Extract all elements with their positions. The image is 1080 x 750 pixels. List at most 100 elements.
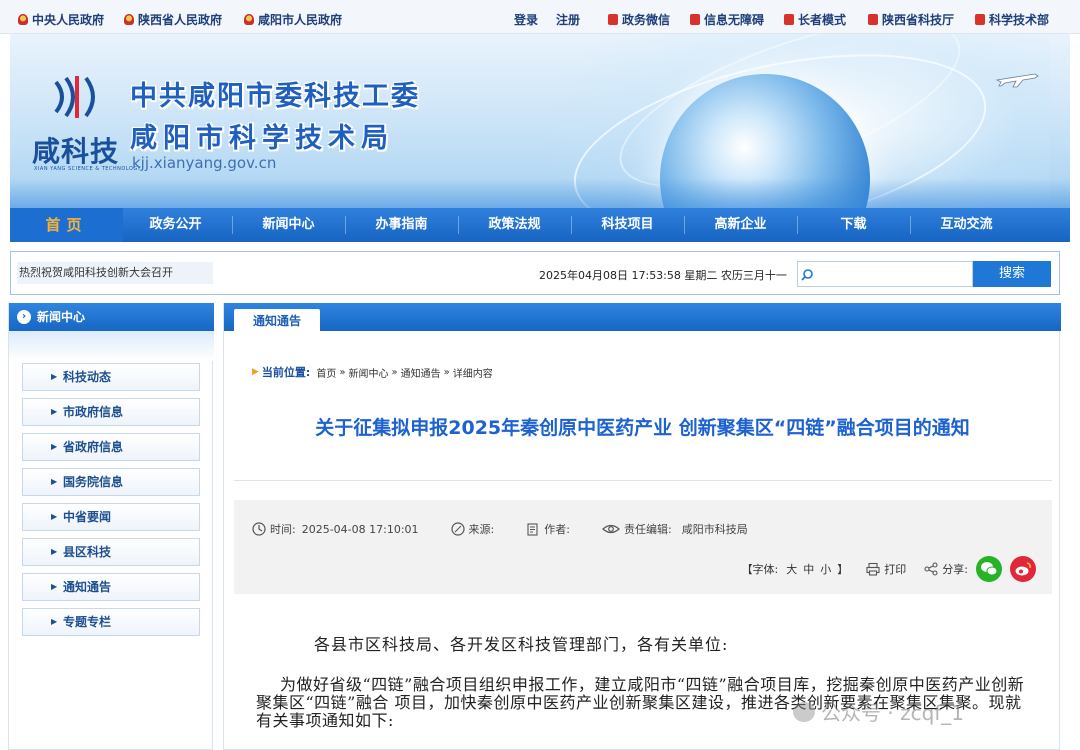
sidebar-item-city-government-info[interactable]: ▶ 市政府信息 xyxy=(22,398,200,426)
sidebar-item-notices[interactable]: ▶ 通知通告 xyxy=(22,573,200,601)
link-ministry-of-science[interactable]: 科学技术部 xyxy=(975,11,1049,28)
nav-tab-sti-projects[interactable]: 科技项目 xyxy=(571,208,684,242)
share-icon xyxy=(924,562,938,576)
sidebar: › 新闻中心 ▶ 科技动态 ▶ 市政府信息 ▶ 省政府信息 ▶ 国务院信息 ▶ … xyxy=(8,303,214,750)
triangle-right-icon: ▶ xyxy=(51,512,58,521)
top-utility-bar: 中央人民政府 陕西省人民政府 咸阳市人民政府 登录 注册 政务微信 信息无障碍 … xyxy=(0,0,1080,34)
weibo-share-button[interactable] xyxy=(1010,556,1036,582)
news-ticker[interactable]: 热烈祝贺咸阳科技创新大会召开 xyxy=(17,262,213,284)
nav-tab-interaction[interactable]: 互动交流 xyxy=(910,208,1023,242)
link-government-wechat[interactable]: 政务微信 xyxy=(608,11,670,28)
font-size-large[interactable]: 大 xyxy=(786,561,797,577)
link-label: 长者模式 xyxy=(798,13,847,27)
register-link[interactable]: 注册 xyxy=(556,11,580,28)
wechat-watermark-icon xyxy=(793,701,815,722)
login-link[interactable]: 登录 xyxy=(514,11,538,28)
share-label: 分享: xyxy=(942,563,968,576)
link-label: 科学技术部 xyxy=(989,13,1050,27)
eye-icon xyxy=(602,524,620,534)
article-meta-box: 时间: 2025-04-08 17:10:01 来源: 作者: 责任编辑: 咸阳… xyxy=(234,500,1052,594)
breadcrumb-home[interactable]: 首页 xyxy=(316,365,336,380)
header-banner: 咸科技 XIAN YANG SCIENCE & TECHNOLOGY 中共咸阳市… xyxy=(10,34,1070,208)
triangle-right-icon: ▶ xyxy=(51,407,58,416)
red-square-icon xyxy=(690,14,700,25)
breadcrumb-separator: » xyxy=(339,366,346,378)
sidebar-item-county-sti[interactable]: ▶ 县区科技 xyxy=(22,538,200,566)
nav-tab-high-tech-enterprises[interactable]: 高新企业 xyxy=(684,208,797,242)
nav-tab-home[interactable]: 首页 xyxy=(10,208,123,242)
search-icon xyxy=(801,269,813,281)
chevron-right-circle-icon: › xyxy=(17,310,31,324)
sidebar-item-sti-news[interactable]: ▶ 科技动态 xyxy=(22,363,200,391)
wechat-official-account-watermark: 公众号 · zcqf_1 xyxy=(793,697,964,726)
wechat-icon xyxy=(981,562,998,576)
breadcrumb-news-center[interactable]: 新闻中心 xyxy=(348,365,388,380)
sidebar-item-label: 国务院信息 xyxy=(63,475,124,489)
weibo-icon xyxy=(1015,562,1031,576)
sidebar-item-central-provincial-news[interactable]: ▶ 中省要闻 xyxy=(22,503,200,531)
sidebar-item-special-columns[interactable]: ▶ 专题专栏 xyxy=(22,608,200,636)
article-meta-row: 时间: 2025-04-08 17:10:01 来源: 作者: 责任编辑: 咸阳… xyxy=(252,521,748,537)
red-square-icon xyxy=(784,14,794,25)
printer-icon[interactable] xyxy=(866,562,880,576)
link-accessibility[interactable]: 信息无障碍 xyxy=(690,11,764,28)
nav-tab-policies[interactable]: 政策法规 xyxy=(458,208,571,242)
article-salutation: 各县市区科技局、各开发区科技管理部门，各有关单位: xyxy=(314,635,729,654)
font-size-medium[interactable]: 中 xyxy=(803,561,814,577)
link-shaanxi-government[interactable]: 陕西省人民政府 xyxy=(124,11,222,28)
sidebar-item-label: 通知通告 xyxy=(63,580,112,594)
editor-value: 咸阳市科技局 xyxy=(681,523,748,536)
author-label: 作者: xyxy=(544,523,570,536)
triangle-right-icon: ▶ xyxy=(51,547,58,556)
search-button[interactable]: 搜索 xyxy=(973,261,1051,287)
edit-document-icon xyxy=(527,523,538,536)
font-size-close-bracket: 】 xyxy=(837,563,849,576)
nav-tab-government-affairs[interactable]: 政务公开 xyxy=(119,208,232,242)
breadcrumb-separator: » xyxy=(443,366,450,378)
breadcrumb: ▶ 当前位置: 首页 » 新闻中心 » 通知通告 » 详细内容 xyxy=(252,364,493,380)
red-square-icon xyxy=(975,14,985,25)
tab-notices[interactable]: 通知通告 xyxy=(234,309,320,331)
link-label: 陕西省科技厅 xyxy=(882,13,955,27)
sidebar-item-state-council-info[interactable]: ▶ 国务院信息 xyxy=(22,468,200,496)
link-shaanxi-sti-department[interactable]: 陕西省科技厅 xyxy=(868,11,954,28)
nav-tab-downloads[interactable]: 下载 xyxy=(797,208,910,242)
link-xianyang-government[interactable]: 咸阳市人民政府 xyxy=(244,11,342,28)
current-datetime: 2025年04月08日 17:53:58 星期二 农历三月十一 xyxy=(539,269,787,282)
font-size-small[interactable]: 小 xyxy=(820,561,831,577)
triangle-right-icon: ▶ xyxy=(252,367,259,377)
wechat-share-button[interactable] xyxy=(976,556,1002,582)
title-divider xyxy=(234,480,1052,481)
article-panel-header: 通知通告 xyxy=(224,303,1061,331)
article-panel: 通知通告 ▶ 当前位置: 首页 » 新闻中心 » 通知通告 » 详细内容 关于征… xyxy=(223,303,1061,750)
sidebar-item-province-government-info[interactable]: ▶ 省政府信息 xyxy=(22,433,200,461)
print-button[interactable]: 打印 xyxy=(884,561,906,577)
editor-label: 责任编辑: xyxy=(623,523,672,536)
sidebar-title: 新闻中心 xyxy=(37,310,86,324)
info-search-bar: 热烈祝贺咸阳科技创新大会召开 2025年04月08日 17:53:58 星期二 … xyxy=(10,251,1060,295)
source-label: 来源: xyxy=(468,523,495,536)
logo-english-tagline: XIAN YANG SCIENCE & TECHNOLOGY xyxy=(34,166,142,172)
xianyang-sti-logo-icon xyxy=(54,76,95,118)
link-label: 政务微信 xyxy=(622,13,671,27)
red-square-icon xyxy=(868,14,878,25)
nav-tab-news-center[interactable]: 新闻中心 xyxy=(232,208,345,242)
banner-bottom-band xyxy=(10,178,1070,208)
link-label: 中央人民政府 xyxy=(32,13,105,27)
breadcrumb-separator: » xyxy=(391,366,398,378)
triangle-right-icon: ▶ xyxy=(51,442,58,451)
site-title-line1: 中共咸阳市委科技工委 xyxy=(130,81,420,112)
link-elderly-mode[interactable]: 长者模式 xyxy=(784,11,846,28)
search-input[interactable] xyxy=(816,264,966,284)
main-navigation: 首页 政务公开 新闻中心 办事指南 政策法规 科技项目 高新企业 下载 互动交流 xyxy=(10,208,1070,242)
breadcrumb-notices[interactable]: 通知通告 xyxy=(401,365,441,380)
sidebar-item-label: 市政府信息 xyxy=(63,405,124,419)
logo-wordmark: 咸科技 xyxy=(32,135,120,168)
clock-icon xyxy=(252,522,266,536)
time-label: 时间: xyxy=(270,523,296,536)
link-label: 咸阳市人民政府 xyxy=(258,13,343,27)
nav-tab-service-guide[interactable]: 办事指南 xyxy=(345,208,458,242)
national-emblem-icon xyxy=(244,14,254,25)
link-central-government[interactable]: 中央人民政府 xyxy=(18,11,104,28)
triangle-right-icon: ▶ xyxy=(51,582,58,591)
